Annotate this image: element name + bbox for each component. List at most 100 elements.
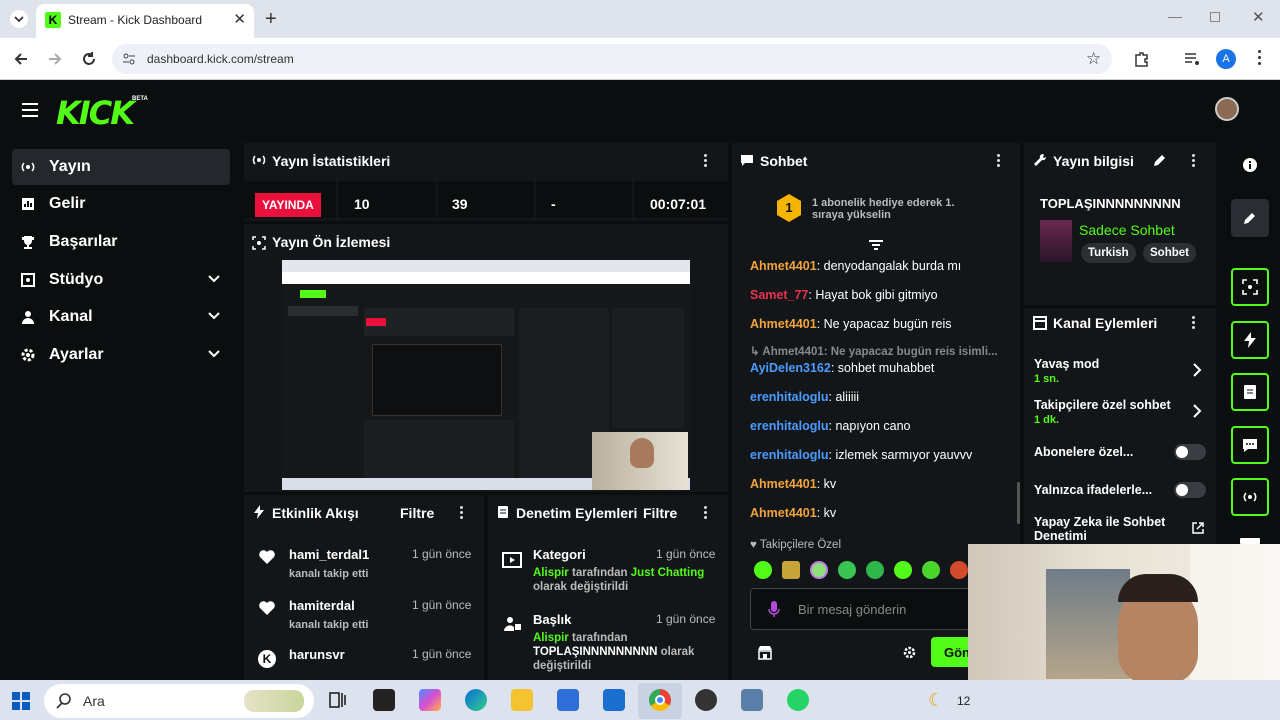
- profile-avatar[interactable]: A: [1216, 49, 1236, 69]
- tab-title: Stream - Kick Dashboard: [68, 13, 203, 27]
- sidebar-item-basarilar[interactable]: Başarılar: [12, 224, 230, 260]
- heart-icon: [258, 549, 276, 565]
- duration-cell: 00:07:01: [634, 181, 728, 218]
- forward-icon[interactable]: [46, 50, 64, 68]
- obs-icon[interactable]: [695, 689, 717, 711]
- calculator-icon[interactable]: [741, 689, 763, 711]
- chat-icon: [741, 155, 753, 166]
- chat-icon: [1243, 439, 1257, 452]
- tag-chip[interactable]: Sohbet: [1143, 243, 1196, 263]
- emote-icon[interactable]: [838, 561, 856, 579]
- emotes-only-toggle[interactable]: [1174, 482, 1206, 498]
- extensions-icon[interactable]: [1133, 50, 1151, 68]
- chevron-right-icon[interactable]: [1192, 363, 1202, 377]
- sidebar-item-kanal[interactable]: Kanal: [12, 299, 230, 335]
- moderation-title: Denetim Eylemleri: [516, 505, 638, 521]
- category-thumbnail[interactable]: [1040, 220, 1072, 262]
- taskbar-search[interactable]: Ara: [44, 684, 314, 718]
- store-icon[interactable]: [757, 644, 773, 660]
- emote-icon[interactable]: [894, 561, 912, 579]
- moderation-filter-button[interactable]: Filtre: [643, 505, 677, 521]
- emote-icon[interactable]: [922, 561, 940, 579]
- back-icon[interactable]: [12, 50, 30, 68]
- emote-icon[interactable]: [866, 561, 884, 579]
- copilot-icon[interactable]: [419, 689, 441, 711]
- stream-preview-video[interactable]: [282, 260, 690, 490]
- emote-icon[interactable]: [782, 561, 800, 579]
- stats-toggle-button[interactable]: [1231, 478, 1269, 516]
- activity-menu-icon[interactable]: [460, 506, 464, 520]
- edit-stream-button[interactable]: [1231, 199, 1269, 237]
- moderation-menu-icon[interactable]: [704, 506, 708, 520]
- studio-icon: [21, 273, 35, 287]
- address-bar[interactable]: dashboard.kick.com/stream: [112, 44, 1112, 74]
- activity-toggle-button[interactable]: [1231, 321, 1269, 359]
- stream-info-menu-icon[interactable]: [1192, 154, 1196, 168]
- start-button[interactable]: [12, 692, 30, 710]
- sidebar-item-yayin[interactable]: Yayın: [12, 149, 230, 185]
- chart-icon: [22, 198, 34, 210]
- weather-moon-icon[interactable]: ☾: [928, 690, 944, 711]
- close-tab-icon[interactable]: ✕: [233, 10, 246, 28]
- user-avatar[interactable]: [1215, 97, 1239, 121]
- chat-toggle-button[interactable]: [1231, 426, 1269, 464]
- tab-list-button[interactable]: [10, 10, 28, 28]
- minimize-button[interactable]: —: [1168, 8, 1182, 24]
- whatsapp-icon[interactable]: [787, 689, 809, 711]
- category-link[interactable]: Sadece Sohbet: [1079, 222, 1175, 238]
- subscribers-only-label: Abonelere özel...: [1034, 445, 1134, 459]
- sidebar-item-gelir[interactable]: Gelir: [12, 186, 230, 222]
- activity-filter-button[interactable]: Filtre: [400, 505, 434, 521]
- bookmark-star-icon[interactable]: ☆: [1086, 49, 1101, 69]
- browser-menu-icon[interactable]: [1258, 50, 1262, 65]
- tag-chip[interactable]: Turkish: [1081, 243, 1136, 263]
- chat-scrollbar[interactable]: [1017, 482, 1020, 524]
- trophy-icon: [22, 236, 34, 249]
- kick-logo[interactable]: KICK: [56, 94, 135, 132]
- reload-icon[interactable]: [80, 50, 98, 68]
- emote-icon[interactable]: [810, 561, 828, 579]
- browser-tab[interactable]: K Stream - Kick Dashboard ✕: [36, 4, 254, 38]
- lightning-icon: [1244, 332, 1256, 348]
- chevron-right-icon[interactable]: [1192, 404, 1202, 418]
- emote-icon[interactable]: [754, 561, 772, 579]
- chat-settings-icon[interactable]: [903, 646, 916, 659]
- hamburger-menu-icon[interactable]: [21, 102, 39, 118]
- edge-icon[interactable]: [465, 689, 487, 711]
- emote-row: [752, 559, 970, 581]
- sidebar-item-ayarlar[interactable]: Ayarlar: [12, 337, 230, 373]
- ai-moderation-row[interactable]: Yapay Zeka ile Sohbet Denetimi: [1034, 515, 1165, 543]
- taskbar-clock[interactable]: 12: [957, 694, 970, 708]
- epic-games-icon[interactable]: [373, 689, 395, 711]
- new-tab-button[interactable]: +: [265, 8, 277, 31]
- moderation-toggle-button[interactable]: [1231, 373, 1269, 411]
- stats-menu-icon[interactable]: [704, 154, 708, 168]
- broadcast-icon: [21, 162, 35, 172]
- window-close-button[interactable]: ✕: [1252, 8, 1265, 26]
- collapse-icon[interactable]: [868, 239, 884, 251]
- site-settings-icon[interactable]: [122, 52, 136, 66]
- chat-menu-icon[interactable]: [997, 154, 1001, 168]
- microphone-icon[interactable]: [768, 600, 780, 618]
- task-view-icon[interactable]: [326, 689, 348, 711]
- outlook-icon[interactable]: [603, 689, 625, 711]
- activity-item: hami_terdal1 kanalı takip etti 1 gün önc…: [289, 547, 472, 580]
- channel-actions-menu-icon[interactable]: [1192, 316, 1196, 330]
- chrome-icon[interactable]: [649, 689, 671, 711]
- store-app-icon[interactable]: [557, 689, 579, 711]
- media-controls-icon[interactable]: [1183, 50, 1201, 68]
- document-icon: [1244, 385, 1256, 399]
- chevron-down-icon: [208, 350, 220, 358]
- subscribers-only-toggle[interactable]: [1174, 444, 1206, 460]
- preview-toggle-button[interactable]: [1231, 268, 1269, 306]
- info-icon[interactable]: [1243, 158, 1257, 172]
- restore-button[interactable]: [1210, 12, 1220, 22]
- file-explorer-icon[interactable]: [511, 689, 533, 711]
- emote-icon[interactable]: [950, 561, 968, 579]
- followers-only-row[interactable]: Takipçilere özel sohbet 1 dk.: [1034, 398, 1171, 426]
- slow-mode-row[interactable]: Yavaş mod 1 sn.: [1034, 357, 1099, 385]
- sidebar-item-studyo[interactable]: Stüdyo: [12, 262, 230, 298]
- edit-pencil-icon[interactable]: [1153, 154, 1166, 167]
- external-link-icon[interactable]: [1192, 522, 1204, 534]
- chat-message-input[interactable]: Bir mesaj gönderin: [750, 588, 990, 630]
